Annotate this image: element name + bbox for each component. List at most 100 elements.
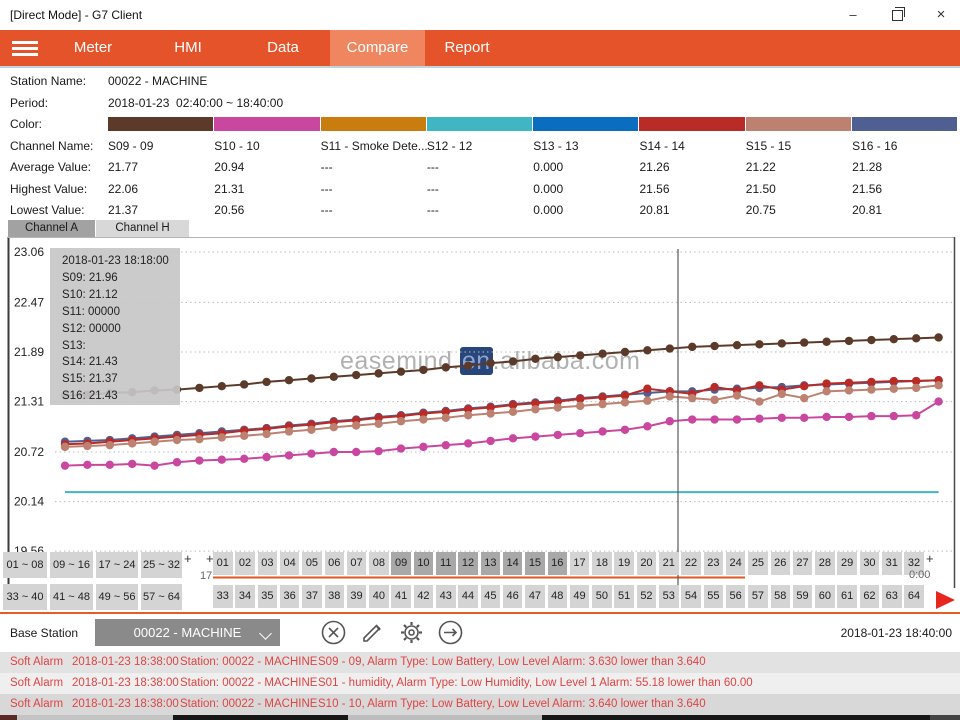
channel-number-button[interactable]: 29: [837, 552, 857, 575]
channel-range-button[interactable]: 17 ~ 24: [96, 552, 138, 578]
channel-number-button[interactable]: 47: [525, 585, 545, 608]
channel-number-button[interactable]: 39: [347, 585, 367, 608]
channel-number-button[interactable]: 18: [592, 552, 612, 575]
alarm-row[interactable]: Soft Alarm2018-01-23 18:38:00Station: 00…: [0, 652, 960, 673]
menu-item-hmi[interactable]: HMI: [155, 30, 221, 66]
sync-history-icon[interactable]: [740, 69, 764, 91]
channel-number-button[interactable]: 09: [391, 552, 411, 575]
channel-range-button[interactable]: 57 ~ 64: [141, 584, 182, 610]
restore-button[interactable]: [884, 8, 910, 24]
channel-number-button[interactable]: 17: [570, 552, 590, 575]
channel-number-button[interactable]: 51: [614, 585, 634, 608]
export-icon[interactable]: [437, 619, 464, 646]
channel-number-button[interactable]: 25: [748, 552, 768, 575]
channel-number-button[interactable]: 64: [904, 585, 924, 608]
channel-number-button[interactable]: 33: [213, 585, 233, 608]
channel-range-button[interactable]: 33 ~ 40: [3, 584, 47, 610]
alarm-mute-icon[interactable]: [891, 69, 915, 91]
hamburger-menu-icon[interactable]: [12, 41, 38, 57]
channel-number-button[interactable]: 11: [436, 552, 456, 575]
fahrenheit-toggle[interactable]: °F: [852, 69, 876, 91]
channel-number-button[interactable]: 52: [637, 585, 657, 608]
channel-number-button[interactable]: 59: [793, 585, 813, 608]
channel-number-button[interactable]: 02: [235, 552, 255, 575]
channel-number-button[interactable]: 55: [704, 585, 724, 608]
channel-number-button[interactable]: 30: [860, 552, 880, 575]
channel-range-button[interactable]: 41 ~ 48: [50, 584, 93, 610]
channel-number-button[interactable]: 54: [681, 585, 701, 608]
channel-range-button[interactable]: 25 ~ 32: [141, 552, 182, 578]
minimize-button[interactable]: –: [840, 8, 866, 24]
cancel-icon[interactable]: [320, 619, 347, 646]
channel-number-button[interactable]: 10: [414, 552, 434, 575]
channel-number-button[interactable]: 05: [302, 552, 322, 575]
channel-number-button[interactable]: 08: [369, 552, 389, 575]
channel-number-button[interactable]: 04: [280, 552, 300, 575]
channel-number-button[interactable]: 62: [860, 585, 880, 608]
channel-number-button[interactable]: 60: [815, 585, 835, 608]
channel-number-button[interactable]: 58: [771, 585, 791, 608]
channel-range-button[interactable]: 09 ~ 16: [50, 552, 93, 578]
channel-number-button[interactable]: 12: [458, 552, 478, 575]
channel-number-button[interactable]: 63: [882, 585, 902, 608]
edit-icon[interactable]: [359, 619, 386, 646]
channel-number-button[interactable]: 13: [481, 552, 501, 575]
channel-number-button[interactable]: 49: [570, 585, 590, 608]
channel-number-button[interactable]: 03: [258, 552, 278, 575]
menu-item-compare[interactable]: Compare: [330, 30, 425, 66]
tab-channel-h[interactable]: Channel H: [96, 220, 189, 237]
settings-icon[interactable]: [398, 619, 425, 646]
channel-number-button[interactable]: 01: [213, 552, 233, 575]
channel-number-button[interactable]: 22: [681, 552, 701, 575]
channel-number-button[interactable]: 06: [325, 552, 345, 575]
channel-number-button[interactable]: 57: [748, 585, 768, 608]
expand-plus-mark[interactable]: +: [184, 551, 192, 566]
channel-number-button[interactable]: 34: [235, 585, 255, 608]
menu-item-data[interactable]: Data: [250, 30, 316, 66]
channel-number-button[interactable]: 26: [771, 552, 791, 575]
channel-number-button[interactable]: 40: [369, 585, 389, 608]
base-station-dropdown[interactable]: 00022 - MACHINE: [95, 619, 280, 646]
channel-number-button[interactable]: 21: [659, 552, 679, 575]
alarm-row[interactable]: Soft Alarm2018-01-23 18:38:00Station: 00…: [0, 673, 960, 694]
scroll-right-arrow[interactable]: [936, 591, 955, 609]
channel-number-button[interactable]: 27: [793, 552, 813, 575]
channel-number-button[interactable]: 19: [614, 552, 634, 575]
tab-channel-a[interactable]: Channel A: [8, 220, 95, 237]
menu-item-meter[interactable]: Meter: [60, 30, 126, 66]
channel-number-button[interactable]: 36: [280, 585, 300, 608]
close-button[interactable]: ×: [928, 8, 954, 24]
channel-number-button[interactable]: 35: [258, 585, 278, 608]
channel-number-button[interactable]: 38: [325, 585, 345, 608]
channel-number-button[interactable]: 45: [481, 585, 501, 608]
expand-plus-mark[interactable]: +: [206, 551, 214, 566]
channel-number-button[interactable]: 48: [548, 585, 568, 608]
channel-range-button[interactable]: 01 ~ 08: [3, 552, 47, 578]
channel-number-button[interactable]: 15: [525, 552, 545, 575]
channel-number-button[interactable]: 28: [815, 552, 835, 575]
channel-number-button[interactable]: 61: [837, 585, 857, 608]
channel-number-button[interactable]: 31: [882, 552, 902, 575]
channel-number-button[interactable]: 44: [458, 585, 478, 608]
channel-number-button[interactable]: 07: [347, 552, 367, 575]
channel-number-button[interactable]: 56: [726, 585, 746, 608]
menu-item-report[interactable]: Report: [432, 30, 502, 66]
expand-plus-mark[interactable]: +: [926, 551, 934, 566]
channel-number-button[interactable]: 46: [503, 585, 523, 608]
channel-number-button[interactable]: 24: [726, 552, 746, 575]
channel-number-button[interactable]: 43: [436, 585, 456, 608]
alarm-row[interactable]: Soft Alarm2018-01-23 18:38:00Station: 00…: [0, 694, 960, 715]
channel-number-button[interactable]: 23: [704, 552, 724, 575]
channel-number-button[interactable]: 14: [503, 552, 523, 575]
channel-number-button[interactable]: 41: [391, 585, 411, 608]
snapshot-gallery-icon[interactable]: [927, 69, 951, 91]
brightness-icon[interactable]: [816, 69, 840, 91]
channel-number-button[interactable]: 50: [592, 585, 612, 608]
channel-range-button[interactable]: 49 ~ 56: [96, 584, 138, 610]
channel-number-button[interactable]: 42: [414, 585, 434, 608]
channel-number-button[interactable]: 20: [637, 552, 657, 575]
channel-number-button[interactable]: 37: [302, 585, 322, 608]
camera-icon[interactable]: [778, 69, 802, 91]
channel-number-button[interactable]: 53: [659, 585, 679, 608]
channel-number-button[interactable]: 16: [548, 552, 568, 575]
